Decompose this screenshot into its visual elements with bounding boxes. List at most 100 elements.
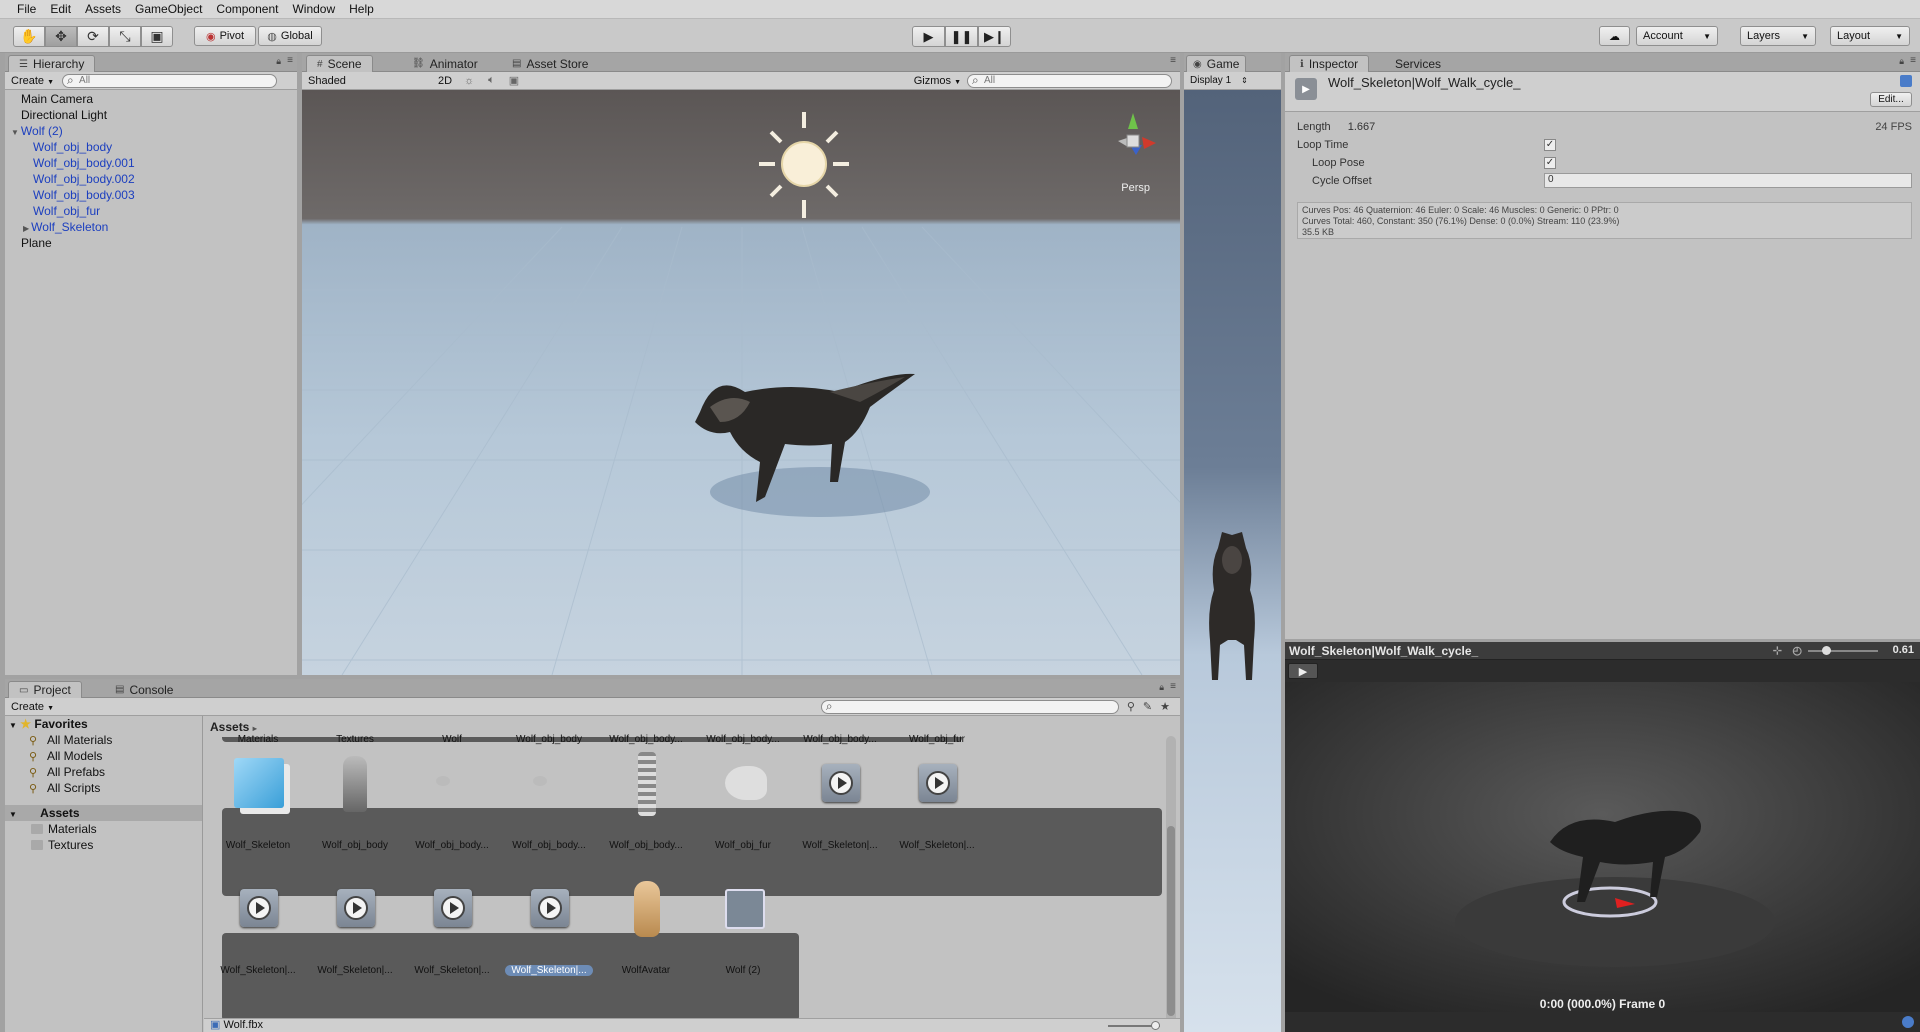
scene-search-input[interactable]: All [967,73,1172,88]
menu-item-component[interactable]: Component [209,2,285,16]
menu-item-window[interactable]: Window [285,2,342,16]
favorite-item[interactable]: ⚲ All Materials [5,732,202,748]
folder-item[interactable]: Textures [5,837,202,853]
audio-toggle-icon[interactable]: 🔈︎ [488,74,495,87]
panel-menu-icon[interactable]: ≡ [1910,55,1916,66]
favorite-item[interactable]: ⚲ All Prefabs [5,764,202,780]
rect-tool-icon[interactable]: ▣ [141,26,173,47]
asset-item[interactable]: Wolf [400,636,504,748]
asset-item[interactable]: Wolf_obj_body [497,636,601,748]
asset-item[interactable]: Wolf_obj_body... [497,742,601,854]
shading-dropdown[interactable]: Shaded [302,75,372,87]
tab-scene[interactable]: # Scene [306,55,373,72]
effects-toggle-icon[interactable]: ▣ [509,74,519,87]
tab-hierarchy[interactable]: ☰ Hierarchy [8,55,96,72]
asset-item[interactable]: Wolf (2) [691,867,795,979]
favorite-item[interactable]: ⚲ All Models [5,748,202,764]
asset-item[interactable]: Wolf_obj_body [303,742,407,854]
hierarchy-item[interactable]: ▶ Wolf_Skeleton [5,219,297,235]
menu-item-gameobject[interactable]: GameObject [128,2,209,16]
play-button[interactable]: ▶ [912,26,945,47]
persp-label[interactable]: Persp [1121,182,1150,194]
account-dropdown[interactable]: Account ▼ [1636,26,1718,46]
asset-grid-scrollbar[interactable] [1166,736,1176,1026]
lock-icon[interactable]: 🔒︎ [1899,56,1904,67]
display-dropdown[interactable]: Display 1 [1184,75,1237,86]
asset-item[interactable]: Wolf_Skeleton|... [788,742,892,854]
preview-viewport[interactable] [1285,682,1920,1012]
create-dropdown[interactable]: Create ▼ [5,75,60,87]
wolf-model[interactable] [670,352,930,552]
panel-menu-icon[interactable]: ≡ [287,55,293,66]
filter-label-icon[interactable]: ✎ [1143,700,1152,713]
hierarchy-item[interactable]: Plane [5,235,297,251]
directional-light-icon[interactable] [759,110,849,220]
loop-pose-checkbox[interactable]: ✓ [1544,157,1556,169]
asset-item[interactable]: Wolf_obj_body... [691,636,795,748]
hierarchy-search-input[interactable]: All [62,73,278,88]
slider-thumb[interactable] [1151,1021,1160,1030]
pivot-toggle-button[interactable]: ◉ Pivot [194,26,256,46]
orientation-gizmo-icon[interactable] [1098,105,1168,175]
assets-header[interactable]: ▼ Assets [5,805,202,821]
light-toggle-icon[interactable]: ☼ [464,75,474,87]
mode-2d-toggle[interactable]: 2D [432,75,458,87]
gizmos-dropdown[interactable]: Gizmos ▼ [908,75,967,87]
expand-arrow-icon[interactable]: ▼ [11,128,19,137]
asset-item[interactable]: Wolf_Skeleton|... [206,867,310,979]
favorite-star-icon[interactable]: ★ [1160,700,1170,713]
tab-game[interactable]: ◉ Game [1186,55,1247,72]
asset-item[interactable]: Wolf_Skeleton|... [303,867,407,979]
tab-console[interactable]: ▤ Console [105,681,183,698]
asset-item[interactable]: Wolf_Skeleton|... [885,742,989,854]
asset-item[interactable]: Wolf_Skeleton [206,742,310,854]
asset-item[interactable]: Materials [206,636,310,748]
tab-inspector[interactable]: ℹ Inspector [1289,55,1370,72]
global-toggle-button[interactable]: ◍ Global [258,26,322,46]
asset-item[interactable]: Wolf_Skeleton|... [400,867,504,979]
rotate-icon[interactable]: ⟳ [77,26,109,47]
scene-viewport[interactable]: Persp [302,90,1180,675]
menu-item-help[interactable]: Help [342,2,381,16]
hand-icon[interactable]: ✋ [13,26,45,47]
asset-item[interactable]: Wolf_obj_fur [885,636,989,748]
asset-item[interactable]: Wolf_obj_body... [594,636,698,748]
collapse-arrow-icon[interactable]: ▶ [23,224,29,233]
tab-asset-store[interactable]: ▤ Asset Store [502,55,598,72]
hierarchy-item[interactable]: Wolf_obj_body [5,139,297,155]
speed-slider[interactable] [1808,646,1878,655]
cloud-button[interactable]: ☁ [1599,26,1630,46]
tab-services[interactable]: Services [1385,55,1451,72]
thumbnail-size-slider[interactable] [1108,1021,1160,1030]
tab-animator[interactable]: ⛓ Animator [402,55,488,72]
lock-icon[interactable]: 🔒︎ [276,56,281,67]
asset-item[interactable]: WolfAvatar [594,867,698,979]
speed-icon[interactable]: ◴ [1792,644,1802,657]
panel-menu-icon[interactable]: ≡ [1170,681,1176,692]
menu-item-file[interactable]: File [10,2,43,16]
loop-time-checkbox[interactable]: ✓ [1544,139,1556,151]
layers-dropdown[interactable]: Layers ▼ [1740,26,1816,46]
asset-item[interactable]: Wolf_Skeleton|... [497,867,601,979]
scrollbar-thumb[interactable] [1167,826,1175,1016]
hierarchy-item[interactable]: ▼ Wolf (2) [5,123,297,139]
asset-item[interactable]: Wolf_obj_fur [691,742,795,854]
hierarchy-item[interactable]: Wolf_obj_body.003 [5,187,297,203]
favorites-header[interactable]: ▼ ★ Favorites [5,716,202,732]
filter-type-icon[interactable]: ⚲ [1127,700,1135,713]
menu-item-edit[interactable]: Edit [43,2,78,16]
step-button[interactable]: ▶❙ [978,26,1011,47]
help-icon[interactable] [1900,75,1912,87]
tab-project[interactable]: ▭ Project [8,681,82,698]
asset-item[interactable]: Wolf_obj_body... [594,742,698,854]
hierarchy-item[interactable]: Wolf_obj_body.002 [5,171,297,187]
edit-button[interactable]: Edit... [1870,92,1912,107]
pause-button[interactable]: ❚❚ [945,26,978,47]
folder-item[interactable]: Materials [5,821,202,837]
layout-dropdown[interactable]: Layout ▼ [1830,26,1910,46]
hierarchy-item[interactable]: Directional Light [5,107,297,123]
asset-item[interactable]: Wolf_obj_body... [788,636,892,748]
pivot-toggle-icon[interactable]: ⊹ [1773,644,1782,657]
preview-play-button[interactable]: ▶ [1288,663,1318,679]
favorite-item[interactable]: ⚲ All Scripts [5,780,202,796]
